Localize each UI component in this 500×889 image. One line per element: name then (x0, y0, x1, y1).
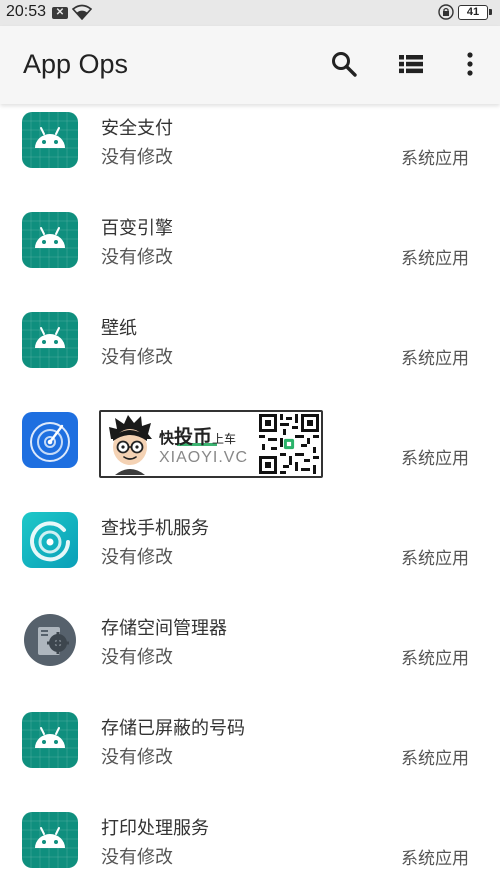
qr-code-image (259, 414, 319, 474)
list-item[interactable]: 安全支付 没有修改 系统应用 (0, 104, 500, 200)
notification-icon: ✕ (52, 7, 68, 19)
app-name: 百变引擎 (101, 218, 173, 239)
app-status: 没有修改 (101, 847, 173, 868)
find-phone-icon (22, 512, 78, 568)
android-icon (22, 812, 78, 868)
app-name: 存储空间管理器 (101, 618, 227, 639)
android-icon (22, 312, 78, 368)
app-type: 系统应用 (401, 549, 469, 569)
banner-slogan: 快投币上车 (159, 426, 237, 448)
cartoon-avatar-image (109, 415, 152, 475)
status-time: 20:53 (6, 3, 47, 20)
more-vert-icon[interactable] (456, 50, 484, 78)
list-view-icon[interactable] (397, 50, 425, 78)
app-bar: App Ops (0, 26, 500, 104)
app-status: 没有修改 (101, 747, 173, 768)
android-icon (22, 112, 78, 168)
search-icon[interactable] (330, 50, 358, 78)
app-status: 没有修改 (101, 147, 173, 168)
list-item[interactable]: 百变引擎 没有修改 系统应用 (0, 200, 500, 300)
page-title: App Ops (23, 49, 129, 79)
app-name: 安全支付 (101, 118, 173, 139)
radar-icon (22, 412, 78, 468)
list-item[interactable]: 系统应用 快投币上车 XIAOYI.VC (0, 400, 500, 500)
android-icon (22, 712, 78, 768)
app-type: 系统应用 (401, 149, 469, 169)
list-item[interactable]: 打印处理服务 没有修改 系统应用 (0, 800, 500, 889)
app-type: 系统应用 (401, 649, 469, 669)
app-type: 系统应用 (401, 749, 469, 769)
list-item[interactable]: 壁纸 没有修改 系统应用 (0, 300, 500, 400)
app-type: 系统应用 (401, 349, 469, 369)
list-item[interactable]: 存储空间管理器 没有修改 系统应用 (0, 600, 500, 700)
app-list: 安全支付 没有修改 系统应用 百变引擎 没有修改 系统应用 壁纸 没有修改 系统… (0, 104, 500, 889)
app-name: 查找手机服务 (101, 518, 209, 539)
app-status: 没有修改 (101, 347, 173, 368)
status-bar: 20:53 ✕ 41 (0, 0, 500, 26)
app-type: 系统应用 (401, 849, 469, 869)
app-type: 系统应用 (401, 249, 469, 269)
app-status: 没有修改 (101, 547, 173, 568)
storage-manager-icon (24, 614, 76, 666)
battery-indicator: 41 (458, 5, 492, 20)
app-name: 打印处理服务 (101, 818, 209, 839)
watermark-banner: 快投币上车 XIAOYI.VC (99, 410, 323, 478)
app-name: 存储已屏蔽的号码 (101, 718, 245, 739)
list-item[interactable]: 存储已屏蔽的号码 没有修改 系统应用 (0, 700, 500, 800)
app-type: 系统应用 (401, 449, 469, 469)
banner-site: XIAOYI.VC (159, 449, 249, 466)
android-icon (22, 212, 78, 268)
app-status: 没有修改 (101, 647, 173, 668)
wifi-icon (72, 4, 92, 20)
rotation-lock-icon (438, 4, 454, 20)
app-name: 壁纸 (101, 318, 137, 339)
app-status: 没有修改 (101, 247, 173, 268)
list-item[interactable]: 查找手机服务 没有修改 系统应用 (0, 500, 500, 600)
